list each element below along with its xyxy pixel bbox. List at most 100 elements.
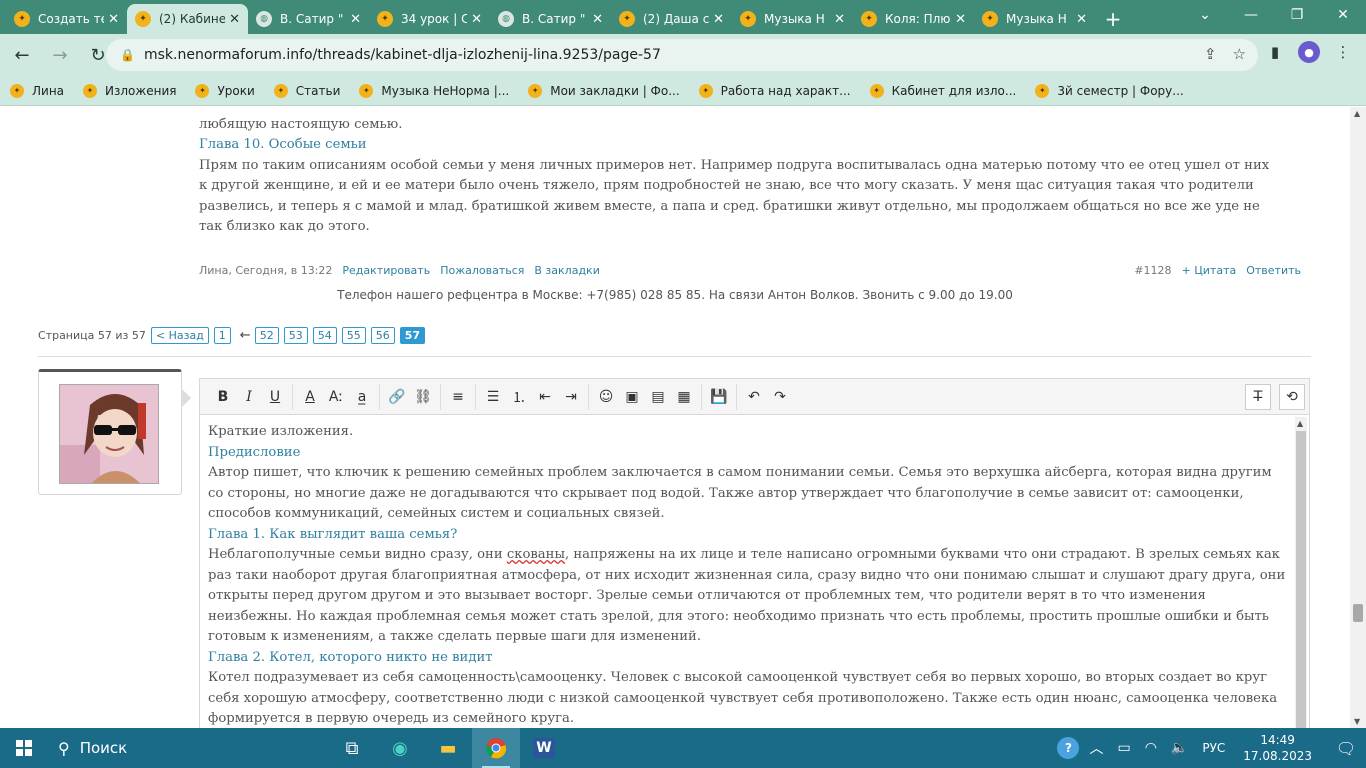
quote-link[interactable]: + Цитата [1182, 264, 1237, 277]
help-icon[interactable]: ? [1057, 737, 1080, 759]
page-scrollbar[interactable]: ▲ ▼ [1350, 107, 1366, 728]
bookmark-label: Уроки [217, 83, 255, 98]
file-explorer-icon[interactable]: ▬ [424, 728, 472, 768]
bookmark-item[interactable]: ✦ 3й семестр | Фору... [1035, 83, 1184, 98]
align-icon[interactable]: ≡ [445, 384, 471, 410]
bookmark-item[interactable]: ✦ Музыка НеНорма |... [359, 83, 509, 98]
close-icon[interactable]: ✕ [471, 12, 482, 27]
browser-tab[interactable]: ✦ 34 урок | С ✕ [369, 4, 490, 34]
forward-arrow-icon[interactable]: → [44, 39, 76, 71]
underline-button[interactable]: U [262, 384, 288, 410]
profile-avatar[interactable]: ● [1298, 41, 1320, 63]
battery-icon[interactable]: ▭ [1117, 740, 1130, 756]
menu-kebab-icon[interactable]: ⋮ [1330, 39, 1356, 65]
restore-button[interactable]: ❐ [1274, 0, 1320, 30]
bookmark-item[interactable]: ✦ Изложения [83, 83, 176, 98]
redo-icon[interactable]: ↷ [767, 384, 793, 410]
page-link[interactable]: 52 [254, 327, 279, 344]
smiley-icon[interactable]: ☺ [593, 384, 619, 410]
close-icon[interactable]: ✕ [592, 12, 603, 27]
wifi-icon[interactable]: ◠ [1145, 740, 1157, 756]
browser-tab[interactable]: ✦ (2) Кабине ✕ [127, 4, 248, 34]
browser-tab[interactable]: ◍ В. Сатир " ✕ [248, 4, 369, 34]
close-icon[interactable]: ✕ [108, 12, 119, 27]
font-color-icon[interactable]: A [297, 384, 323, 410]
close-icon[interactable]: ✕ [1076, 12, 1087, 27]
page-link[interactable]: 1 [213, 327, 231, 344]
clock[interactable]: 14:49 17.08.2023 [1243, 732, 1312, 764]
editor-scrollbar[interactable]: ▲ [1295, 417, 1307, 728]
new-tab-button[interactable]: + [1095, 4, 1131, 34]
search-placeholder: Поиск [79, 739, 128, 757]
browser-tab[interactable]: ◍ В. Сатир " ✕ [490, 4, 611, 34]
address-bar[interactable]: 🔒 msk.nenormaforum.info/threads/kabinet-… [106, 39, 1258, 71]
close-icon[interactable]: ✕ [955, 12, 966, 27]
font-size-icon[interactable]: Aː [323, 384, 349, 410]
notifications-icon[interactable]: 🗨 [1326, 739, 1366, 758]
bookmark-item[interactable]: ✦ Мои закладки | Фо... [528, 83, 680, 98]
prev-page-button[interactable]: < Назад [150, 327, 209, 344]
image-icon[interactable]: ▣ [619, 384, 645, 410]
reply-link[interactable]: Ответить [1246, 264, 1301, 277]
bookmark-link[interactable]: В закладки [534, 264, 599, 277]
start-button[interactable] [0, 728, 48, 768]
toggle-bbcode-icon[interactable]: ⟲ [1279, 383, 1305, 410]
chapter-text: Прям по таким описаниям особой семьи у м… [199, 157, 1270, 235]
side-panel-icon[interactable]: ▮ [1262, 39, 1288, 65]
more-icon[interactable]: ▦ [671, 384, 697, 410]
font-family-icon[interactable]: a̲ [349, 384, 375, 410]
forum-favicon-icon: ✦ [377, 11, 393, 27]
page-link[interactable]: 55 [341, 327, 366, 344]
minimize-button[interactable]: — [1228, 0, 1274, 30]
avatar[interactable] [59, 384, 159, 484]
page-link[interactable]: 54 [312, 327, 337, 344]
misspelled-word[interactable]: скованы [507, 547, 565, 562]
task-view-icon[interactable]: ⧉ [328, 728, 376, 768]
close-icon[interactable]: ✕ [834, 12, 845, 27]
chevron-up-icon[interactable]: ︿ [1089, 738, 1103, 758]
tab-search-icon[interactable]: ⌄ [1182, 0, 1228, 30]
browser-tab[interactable]: ✦ Коля: Плю ✕ [853, 4, 974, 34]
bookmark-item[interactable]: ✦ Кабинет для изло... [869, 83, 1016, 98]
page-link[interactable]: 53 [283, 327, 308, 344]
browser-tab[interactable]: ✦ (2) Даша с ✕ [611, 4, 732, 34]
bold-button[interactable]: B [210, 384, 236, 410]
lock-icon[interactable]: 🔒 [120, 48, 135, 62]
numbered-list-icon[interactable]: ⒈ [506, 384, 532, 410]
save-draft-icon[interactable]: 💾 [706, 384, 732, 410]
bookmark-item[interactable]: ✦ Уроки [195, 83, 255, 98]
unlink-icon[interactable]: ⛓ [410, 384, 436, 410]
bookmark-item[interactable]: ✦ Работа над характ... [698, 83, 851, 98]
media-icon[interactable]: ▤ [645, 384, 671, 410]
browser-tab[interactable]: ✦ Музыка Н ✕ [732, 4, 853, 34]
chrome-icon[interactable] [472, 728, 520, 768]
browser-tab[interactable]: ✦ Музыка Н ✕ [974, 4, 1095, 34]
italic-button[interactable]: I [236, 384, 262, 410]
browser-tab[interactable]: ✦ Создать те ✕ [6, 4, 127, 34]
close-icon[interactable]: ✕ [350, 12, 361, 27]
taskbar-search[interactable]: ⚲ Поиск [48, 728, 328, 768]
editor-content[interactable]: Краткие изложения. Предисловие Автор пиш… [208, 422, 1288, 728]
close-window-button[interactable]: ✕ [1320, 0, 1366, 30]
post-number-link[interactable]: #1128 [1134, 264, 1171, 277]
remove-format-icon[interactable]: T̶ [1245, 383, 1271, 410]
close-icon[interactable]: ✕ [713, 12, 724, 27]
indent-icon[interactable]: ⇥ [558, 384, 584, 410]
outdent-icon[interactable]: ⇤ [532, 384, 558, 410]
bookmark-item[interactable]: ✦ Лина [10, 83, 64, 98]
page-link[interactable]: 56 [370, 327, 395, 344]
bookmark-star-icon[interactable]: ☆ [1233, 45, 1246, 63]
report-link[interactable]: Пожаловаться [440, 264, 524, 277]
language-indicator[interactable]: РУС [1202, 741, 1225, 755]
share-icon[interactable]: ⇪ [1204, 45, 1217, 63]
bullet-list-icon[interactable]: ☰ [480, 384, 506, 410]
volume-icon[interactable]: 🔈 [1171, 740, 1188, 756]
edit-link[interactable]: Редактировать [342, 264, 430, 277]
close-icon[interactable]: ✕ [229, 12, 240, 27]
link-icon[interactable]: 🔗 [384, 384, 410, 410]
back-arrow-icon[interactable]: ← [6, 39, 38, 71]
word-icon[interactable]: W [520, 728, 568, 768]
bookmark-item[interactable]: ✦ Статьи [273, 83, 340, 98]
edge-icon[interactable]: ◉ [376, 728, 424, 768]
undo-icon[interactable]: ↶ [741, 384, 767, 410]
